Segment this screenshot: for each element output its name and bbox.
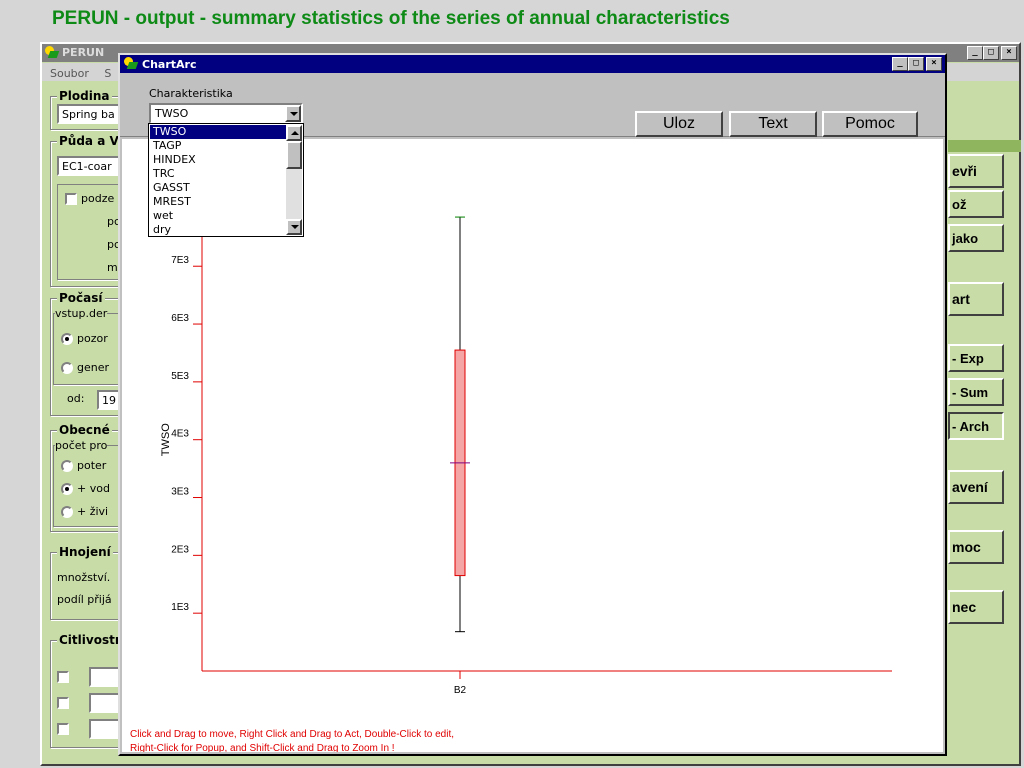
chartarc-window-controls: _ □ × bbox=[892, 57, 942, 71]
pomoc-chart-button[interactable]: Pomoc bbox=[822, 111, 918, 137]
scroll-down-icon[interactable] bbox=[286, 219, 302, 235]
y-tick-label: 3E3 bbox=[171, 487, 189, 498]
chartarc-title: ChartArc bbox=[142, 58, 197, 71]
uloz-jako-button[interactable]: jako bbox=[948, 224, 1004, 252]
y-tick-label: 5E3 bbox=[171, 371, 189, 382]
charakteristika-dropdown-list[interactable]: TWSO TAGP HINDEX TRC GASST MREST wet dry bbox=[148, 123, 304, 237]
hnojeni-line-1: množství. bbox=[57, 571, 111, 584]
group-citlivost-title: Citlivostr bbox=[57, 633, 123, 647]
charakteristika-label: Charakteristika bbox=[149, 87, 233, 100]
main-window-controls: _ □ × bbox=[967, 46, 1017, 60]
dropdown-scrollbar[interactable] bbox=[286, 125, 302, 235]
y-tick-label: 1E3 bbox=[171, 602, 189, 613]
hint-line-2: Right-Click for Popup, and Shift-Click a… bbox=[130, 743, 395, 752]
od-label: od: bbox=[67, 392, 85, 405]
podzemni-checkbox[interactable] bbox=[65, 193, 77, 205]
chevron-down-icon[interactable] bbox=[285, 105, 301, 122]
group-puda-title: Půda a V bbox=[57, 134, 121, 148]
uloz-chart-button[interactable]: Uloz bbox=[635, 111, 723, 137]
y-tick-label: 6E3 bbox=[171, 313, 189, 324]
citlivost-checkbox-3[interactable] bbox=[57, 723, 69, 735]
chartarc-minimize-icon[interactable]: _ bbox=[892, 57, 908, 71]
chartarc-close-icon[interactable]: × bbox=[926, 57, 942, 71]
perun-app-icon bbox=[45, 46, 60, 59]
main-window-title: PERUN bbox=[62, 46, 105, 59]
group-obecne-title: Obecné bbox=[57, 423, 112, 437]
pomoc-main-button[interactable]: moc bbox=[948, 530, 1004, 564]
dropdown-item[interactable]: TWSO bbox=[150, 125, 287, 139]
charakteristika-select[interactable]: TWSO bbox=[149, 103, 303, 124]
hnojeni-line-2: podíl přijá bbox=[57, 593, 112, 606]
pocasi-radio-generovane[interactable] bbox=[61, 362, 73, 374]
x-tick-label: B2 bbox=[454, 685, 467, 696]
dropdown-item[interactable]: MREST bbox=[150, 195, 287, 209]
y-tick-label: 2E3 bbox=[171, 544, 189, 555]
y-tick-label: 4E3 bbox=[171, 429, 189, 440]
uloz-button[interactable]: ož bbox=[948, 190, 1004, 218]
pocasi-radio-generovane-label: gener bbox=[77, 361, 110, 374]
scroll-up-icon[interactable] bbox=[286, 125, 302, 141]
obecne-radio-2[interactable] bbox=[61, 483, 73, 495]
group-pocasi-title: Počasí bbox=[57, 291, 105, 305]
output-sum-button[interactable]: - Sum bbox=[948, 378, 1004, 406]
output-arch-button[interactable]: - Arch bbox=[948, 412, 1004, 440]
pocasi-radio-pozorovane[interactable] bbox=[61, 333, 73, 345]
y-axis-label: TWSO bbox=[160, 423, 172, 456]
chartarc-app-icon bbox=[124, 57, 139, 70]
menu-soubor[interactable]: Soubor bbox=[50, 67, 89, 80]
group-hnojeni-title: Hnojení bbox=[57, 545, 113, 559]
obecne-radio-1-label: poter bbox=[77, 459, 107, 472]
chartarc-titlebar[interactable]: ChartArc _ □ × bbox=[120, 55, 945, 73]
charakteristika-selected-value: TWSO bbox=[155, 107, 189, 120]
pocasi-radio-pozorovane-label: pozor bbox=[77, 332, 108, 345]
obecne-sub: počet pro bbox=[55, 439, 108, 452]
slide-title: PERUN - output - summary statistics of t… bbox=[52, 8, 730, 29]
dropdown-item[interactable]: GASST bbox=[150, 181, 287, 195]
y-tick-label: 7E3 bbox=[171, 255, 189, 266]
podzemni-label: podze bbox=[81, 192, 115, 205]
output-exp-button[interactable]: - Exp bbox=[948, 344, 1004, 372]
otevri-button[interactable]: evři bbox=[948, 154, 1004, 188]
hint-line-1: Click and Drag to move, Right Click and … bbox=[130, 729, 455, 740]
dropdown-item[interactable]: wet bbox=[150, 209, 287, 223]
obecne-radio-1[interactable] bbox=[61, 460, 73, 472]
menu-s[interactable]: S bbox=[104, 67, 111, 80]
group-plodina-title: Plodina bbox=[57, 89, 112, 103]
chartarc-maximize-icon[interactable]: □ bbox=[908, 57, 924, 71]
nastaveni-button[interactable]: avení bbox=[948, 470, 1004, 504]
dropdown-item[interactable]: dry bbox=[150, 223, 287, 237]
obecne-radio-2-label: + vod bbox=[77, 482, 110, 495]
dropdown-item[interactable]: TAGP bbox=[150, 139, 287, 153]
citlivost-checkbox-2[interactable] bbox=[57, 697, 69, 709]
start-button[interactable]: art bbox=[948, 282, 1004, 316]
text-button[interactable]: Text bbox=[729, 111, 817, 137]
dropdown-item[interactable]: TRC bbox=[150, 167, 287, 181]
puda-line-3: m bbox=[107, 261, 118, 274]
scroll-thumb[interactable] bbox=[286, 141, 302, 169]
right-panel-band bbox=[948, 140, 1021, 152]
obecne-radio-3[interactable] bbox=[61, 506, 73, 518]
konec-button[interactable]: nec bbox=[948, 590, 1004, 624]
minimize-icon[interactable]: _ bbox=[967, 46, 983, 60]
pocasi-sub: vstup.der bbox=[55, 307, 108, 320]
maximize-icon[interactable]: □ bbox=[983, 46, 999, 60]
close-icon[interactable]: × bbox=[1001, 46, 1017, 60]
citlivost-checkbox-1[interactable] bbox=[57, 671, 69, 683]
dropdown-item[interactable]: HINDEX bbox=[150, 153, 287, 167]
obecne-radio-3-label: + živi bbox=[77, 505, 109, 518]
